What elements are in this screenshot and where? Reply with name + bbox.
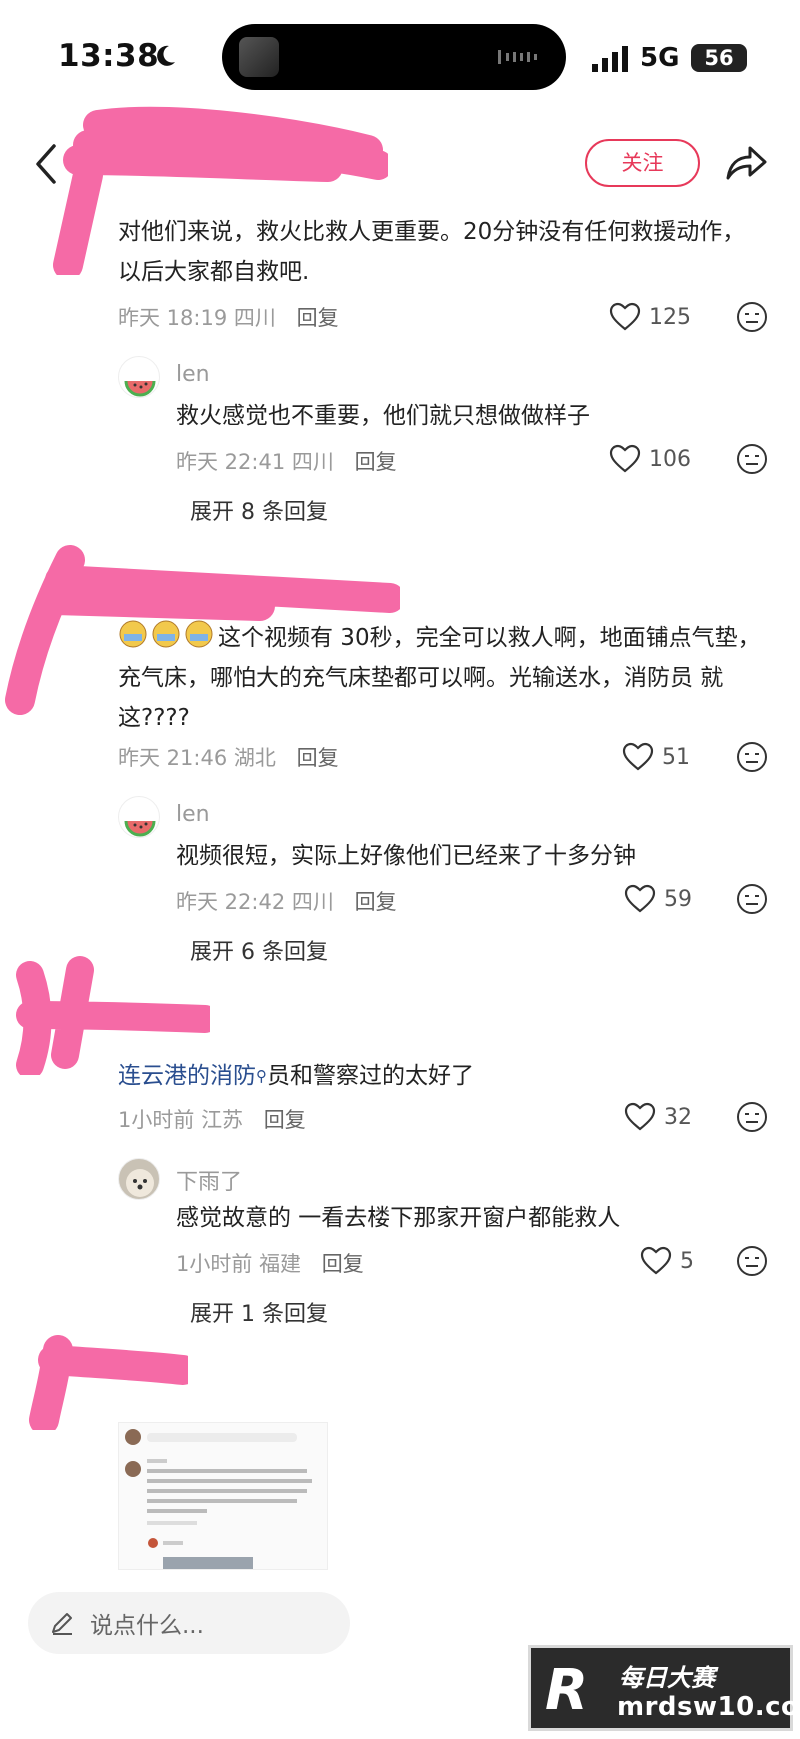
heart-icon: [609, 302, 641, 331]
like-count: 32: [664, 1104, 692, 1130]
search-icon[interactable]: ⚲: [256, 1067, 267, 1085]
reply-button[interactable]: 回复: [355, 450, 397, 474]
avatar[interactable]: [118, 796, 160, 838]
heart-icon: [609, 444, 641, 473]
dislike-icon[interactable]: [736, 741, 768, 773]
comment-meta: 1小时前 江苏 回复: [118, 1104, 306, 1134]
share-icon[interactable]: [724, 142, 768, 182]
reply-time: 昨天 22:42: [176, 890, 286, 914]
reply-button[interactable]: 回复: [322, 1252, 364, 1276]
like-button[interactable]: 51: [622, 739, 690, 775]
reply-meta: 1小时前 福建 回复: [176, 1248, 364, 1278]
watermark-url: mrdsw10.com: [617, 1692, 800, 1722]
reply-button[interactable]: 回复: [297, 746, 339, 770]
comment-text: 连云港的消防⚲员和警察过的太好了: [118, 1056, 768, 1096]
comment-image[interactable]: [118, 1422, 328, 1570]
redaction-scribble: [29, 1335, 188, 1430]
reply-username[interactable]: len: [176, 802, 210, 827]
reply-meta: 昨天 22:41 四川 回复: [176, 446, 397, 476]
reply-text: 视频很短，实际上好像他们已经来了十多分钟: [176, 843, 636, 869]
avatar[interactable]: [118, 356, 160, 398]
heart-icon: [624, 884, 656, 913]
dog-avatar-icon: [126, 1169, 154, 1197]
comment-location: 江苏: [201, 1108, 244, 1132]
reply-text: 救火感觉也不重要，他们就只想做做样子: [176, 403, 590, 429]
reply-location: 四川: [291, 890, 334, 914]
watermelon-avatar-icon: [124, 380, 156, 397]
reply-button[interactable]: 回复: [297, 306, 339, 330]
watermark-logo: R 每日大赛 mrdsw10.com: [528, 1645, 800, 1731]
moon-icon: [157, 45, 175, 66]
comment-meta: 昨天 18:19 四川 回复: [118, 302, 339, 332]
like-button[interactable]: 5: [640, 1243, 694, 1279]
status-bar: 13:38 5G 56: [0, 0, 800, 100]
like-button[interactable]: 106: [609, 441, 691, 477]
comment-text: 这个视频有 30秒，完全可以救人啊，地面铺点气垫，充气床，哪怕大的充气床垫都可以…: [118, 625, 761, 731]
status-time: 13:38: [58, 38, 160, 74]
battery-indicator: 56: [691, 44, 747, 72]
comment-text-rest: 员和警察过的太好了: [267, 1063, 474, 1089]
dislike-icon[interactable]: [736, 883, 768, 915]
comment-meta: 昨天 21:46 湖北 回复: [118, 742, 339, 772]
expand-replies-button[interactable]: 展开 8 条回复: [190, 494, 328, 526]
like-button[interactable]: 125: [609, 299, 691, 335]
watermark-logo-mark: R: [545, 1658, 589, 1723]
follow-button[interactable]: 关注: [585, 139, 700, 187]
comment-text: 对他们来说，救火比救人更重要。20分钟没有任何救援动作，以后大家都自救吧.: [118, 219, 746, 285]
reply-time: 昨天 22:41: [176, 450, 286, 474]
comment-location: 四川: [233, 306, 276, 330]
heart-icon: [622, 742, 654, 771]
comment-time: 昨天 18:19: [118, 306, 228, 330]
network-label: 5G: [640, 43, 680, 73]
watermelon-avatar-icon: [124, 820, 156, 837]
reply-button[interactable]: 回复: [355, 890, 397, 914]
dynamic-island[interactable]: [222, 24, 566, 90]
back-arrow-icon[interactable]: [32, 142, 62, 186]
like-button[interactable]: 32: [624, 1099, 692, 1135]
like-count: 125: [649, 304, 691, 330]
like-button[interactable]: 59: [624, 881, 692, 917]
media-thumbnail: [239, 37, 279, 77]
reply-button[interactable]: 回复: [264, 1108, 306, 1132]
search-link[interactable]: 连云港的消防: [118, 1063, 256, 1089]
reply-username[interactable]: len: [176, 362, 210, 387]
embedded-screenshot-image: [125, 1429, 312, 1569]
avatar[interactable]: [118, 1158, 160, 1200]
reply-location: 福建: [259, 1252, 302, 1276]
comment-input-placeholder: 说点什么...: [90, 1613, 204, 1639]
reply-text: 感觉故意的 一看去楼下那家开窗户都能救人: [176, 1205, 621, 1231]
heart-icon: [640, 1246, 672, 1275]
comment-location: 湖北: [233, 746, 276, 770]
like-count: 5: [680, 1248, 694, 1274]
comment-input[interactable]: 说点什么...: [28, 1592, 350, 1654]
expand-replies-button[interactable]: 展开 6 条回复: [190, 934, 328, 966]
dislike-icon[interactable]: [736, 1245, 768, 1277]
comment-time: 昨天 21:46: [118, 746, 228, 770]
signal-icon: [592, 46, 628, 72]
reply-location: 四川: [291, 450, 334, 474]
dislike-icon[interactable]: [736, 301, 768, 333]
watermark-name: 每日大赛: [619, 1664, 715, 1692]
like-count: 106: [649, 446, 691, 472]
like-count: 51: [662, 744, 690, 770]
reply-time: 1小时前: [176, 1252, 253, 1276]
comment-time: 1小时前: [118, 1108, 195, 1132]
reply-meta: 昨天 22:42 四川 回复: [176, 886, 397, 916]
audio-wave-icon: [498, 50, 537, 64]
dislike-icon[interactable]: [736, 1101, 768, 1133]
reply-username[interactable]: 下雨了: [176, 1164, 242, 1196]
like-count: 59: [664, 886, 692, 912]
heart-icon: [624, 1102, 656, 1131]
dislike-icon[interactable]: [736, 443, 768, 475]
expand-replies-button[interactable]: 展开 1 条回复: [190, 1296, 328, 1328]
pencil-icon: [52, 1613, 72, 1635]
